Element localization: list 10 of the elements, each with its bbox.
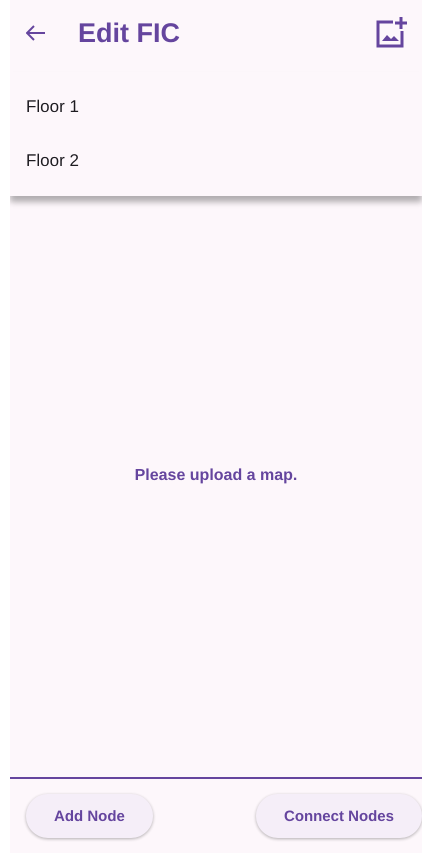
add-image-icon [374, 16, 408, 50]
add-image-button[interactable] [374, 16, 408, 50]
floor-menu-item[interactable]: Floor 2 [10, 134, 422, 188]
add-node-button[interactable]: Add Node [26, 794, 153, 838]
screen-title: Edit FIC [78, 18, 181, 48]
back-button[interactable] [26, 25, 46, 41]
floor-menu-item[interactable]: Floor 1 [10, 80, 422, 134]
empty-map-message: Please upload a map. [134, 466, 298, 484]
connect-nodes-button[interactable]: Connect Nodes [256, 794, 422, 838]
back-arrow-icon [26, 25, 46, 41]
